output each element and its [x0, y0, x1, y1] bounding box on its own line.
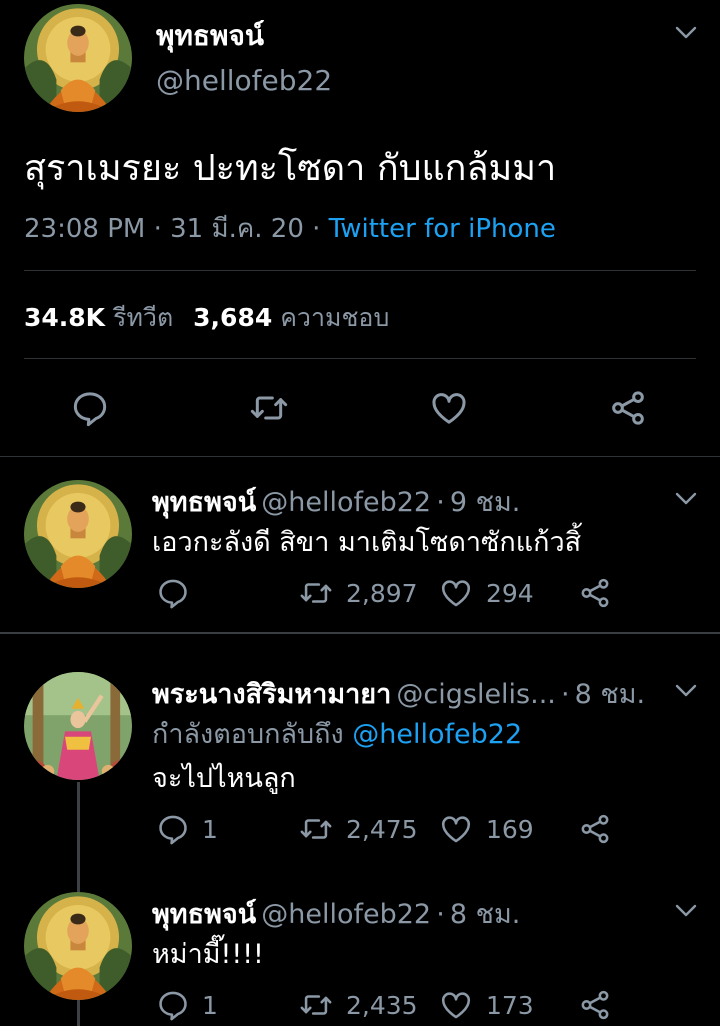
like-icon: [438, 576, 474, 610]
reply-icon: [156, 812, 190, 846]
reply-header: พุทธพจน์ @hellofeb22 · 9 ชม.: [152, 480, 520, 523]
author-handle[interactable]: @hellofeb22: [156, 64, 332, 97]
retweet-icon: [298, 812, 334, 846]
replying-to-label: กำลังตอบกลับถึง: [152, 719, 344, 750]
reply-icon: [156, 576, 190, 610]
thread-line: [77, 782, 80, 892]
tweet-date: 31 มี.ค. 20: [170, 214, 304, 244]
like-button[interactable]: 173: [438, 988, 534, 1022]
avatar[interactable]: [24, 480, 132, 588]
meta-separator: ·: [560, 679, 570, 710]
reply-header: พระนางสิริมหามายา @cigslelis... · 8 ชม.: [152, 672, 645, 715]
meta-separator: ·: [153, 214, 162, 244]
reply-icon: [70, 388, 110, 428]
retweet-icon: [298, 988, 334, 1022]
tweet-time: 23:08 PM: [24, 214, 146, 244]
retweet-button[interactable]: 2,897: [298, 576, 418, 610]
retweet-count: 2,475: [346, 814, 418, 844]
chevron-down-icon[interactable]: [675, 684, 697, 698]
like-icon: [438, 812, 474, 846]
retweet-icon: [298, 576, 334, 610]
author-name[interactable]: พุทธพจน์: [156, 14, 264, 58]
reply-time[interactable]: 9 ชม.: [450, 487, 520, 518]
retweet-icon: [248, 388, 290, 428]
meta-separator: ·: [312, 214, 321, 244]
like-count: 169: [486, 814, 534, 844]
likes-label[interactable]: ความชอบ: [280, 303, 389, 332]
reply-text: เอวกะลังดี สิขา มาเติมโซดาซักแก้วสิ้: [152, 527, 582, 558]
share-icon: [578, 576, 612, 610]
retweet-button[interactable]: 2,475: [298, 812, 418, 846]
reply-count: 1: [202, 814, 218, 844]
author-name[interactable]: พระนางสิริมหามายา: [152, 679, 391, 710]
tweet-stats: 34.8K รีทวีต 3,684 ความชอบ: [24, 298, 389, 338]
divider: [24, 270, 696, 271]
like-count: 294: [486, 578, 534, 608]
reply-text: จะไปไหนลูก: [152, 763, 296, 794]
reply-icon: [156, 988, 190, 1022]
reply-count: 1: [202, 990, 218, 1020]
tweet-source-link[interactable]: Twitter for iPhone: [329, 214, 556, 244]
author-name[interactable]: พุทธพจน์: [152, 899, 256, 930]
reply-time[interactable]: 8 ชม.: [575, 679, 645, 710]
share-button[interactable]: [578, 988, 612, 1022]
share-button[interactable]: [578, 576, 612, 610]
avatar[interactable]: [24, 672, 132, 780]
thread-line: [77, 1000, 80, 1026]
divider: [0, 456, 720, 457]
author-handle[interactable]: @cigslelis...: [396, 679, 555, 710]
meta-separator: ·: [436, 899, 445, 930]
avatar[interactable]: [24, 892, 132, 1000]
meta-separator: ·: [436, 487, 445, 518]
share-icon: [608, 388, 648, 428]
replying-to-handle[interactable]: @hellofeb22: [352, 719, 522, 750]
like-button[interactable]: 294: [438, 576, 534, 610]
tweet-meta: 23:08 PM · 31 มี.ค. 20 · Twitter for iPh…: [24, 208, 556, 249]
share-icon: [578, 988, 612, 1022]
chevron-down-icon[interactable]: [675, 492, 697, 506]
replying-to: กำลังตอบกลับถึง @hellofeb22: [152, 712, 522, 755]
retweets-count[interactable]: 34.8K: [24, 303, 105, 332]
retweet-count: 2,897: [346, 578, 418, 608]
avatar[interactable]: [24, 4, 132, 112]
reply-time[interactable]: 8 ชม.: [450, 899, 520, 930]
chevron-down-icon[interactable]: [675, 904, 697, 918]
reply-button[interactable]: [156, 576, 202, 610]
divider: [0, 632, 720, 634]
author-handle[interactable]: @hellofeb22: [261, 899, 431, 930]
divider: [24, 358, 696, 359]
like-button[interactable]: [428, 388, 470, 428]
reply-button[interactable]: 1: [156, 988, 218, 1022]
like-icon: [438, 988, 474, 1022]
share-button[interactable]: [608, 388, 648, 428]
like-icon: [428, 388, 470, 428]
retweet-button[interactable]: 2,435: [298, 988, 418, 1022]
tweet-text: สุราเมรยะ ปะทะโซดา กับแกล้มมา: [24, 148, 557, 189]
likes-count[interactable]: 3,684: [193, 303, 272, 332]
retweets-label[interactable]: รีทวีต: [113, 303, 173, 332]
like-button[interactable]: 169: [438, 812, 534, 846]
reply-button[interactable]: 1: [156, 812, 218, 846]
share-button[interactable]: [578, 812, 612, 846]
author-handle[interactable]: @hellofeb22: [261, 487, 431, 518]
retweet-button[interactable]: [248, 388, 290, 428]
reply-button[interactable]: [70, 388, 110, 428]
chevron-down-icon[interactable]: [675, 26, 697, 40]
reply-header: พุทธพจน์ @hellofeb22 · 8 ชม.: [152, 892, 520, 935]
reply-text: หม่ามี๊!!!!: [152, 939, 264, 970]
like-count: 173: [486, 990, 534, 1020]
retweet-count: 2,435: [346, 990, 418, 1020]
author-name[interactable]: พุทธพจน์: [152, 487, 256, 518]
share-icon: [578, 812, 612, 846]
